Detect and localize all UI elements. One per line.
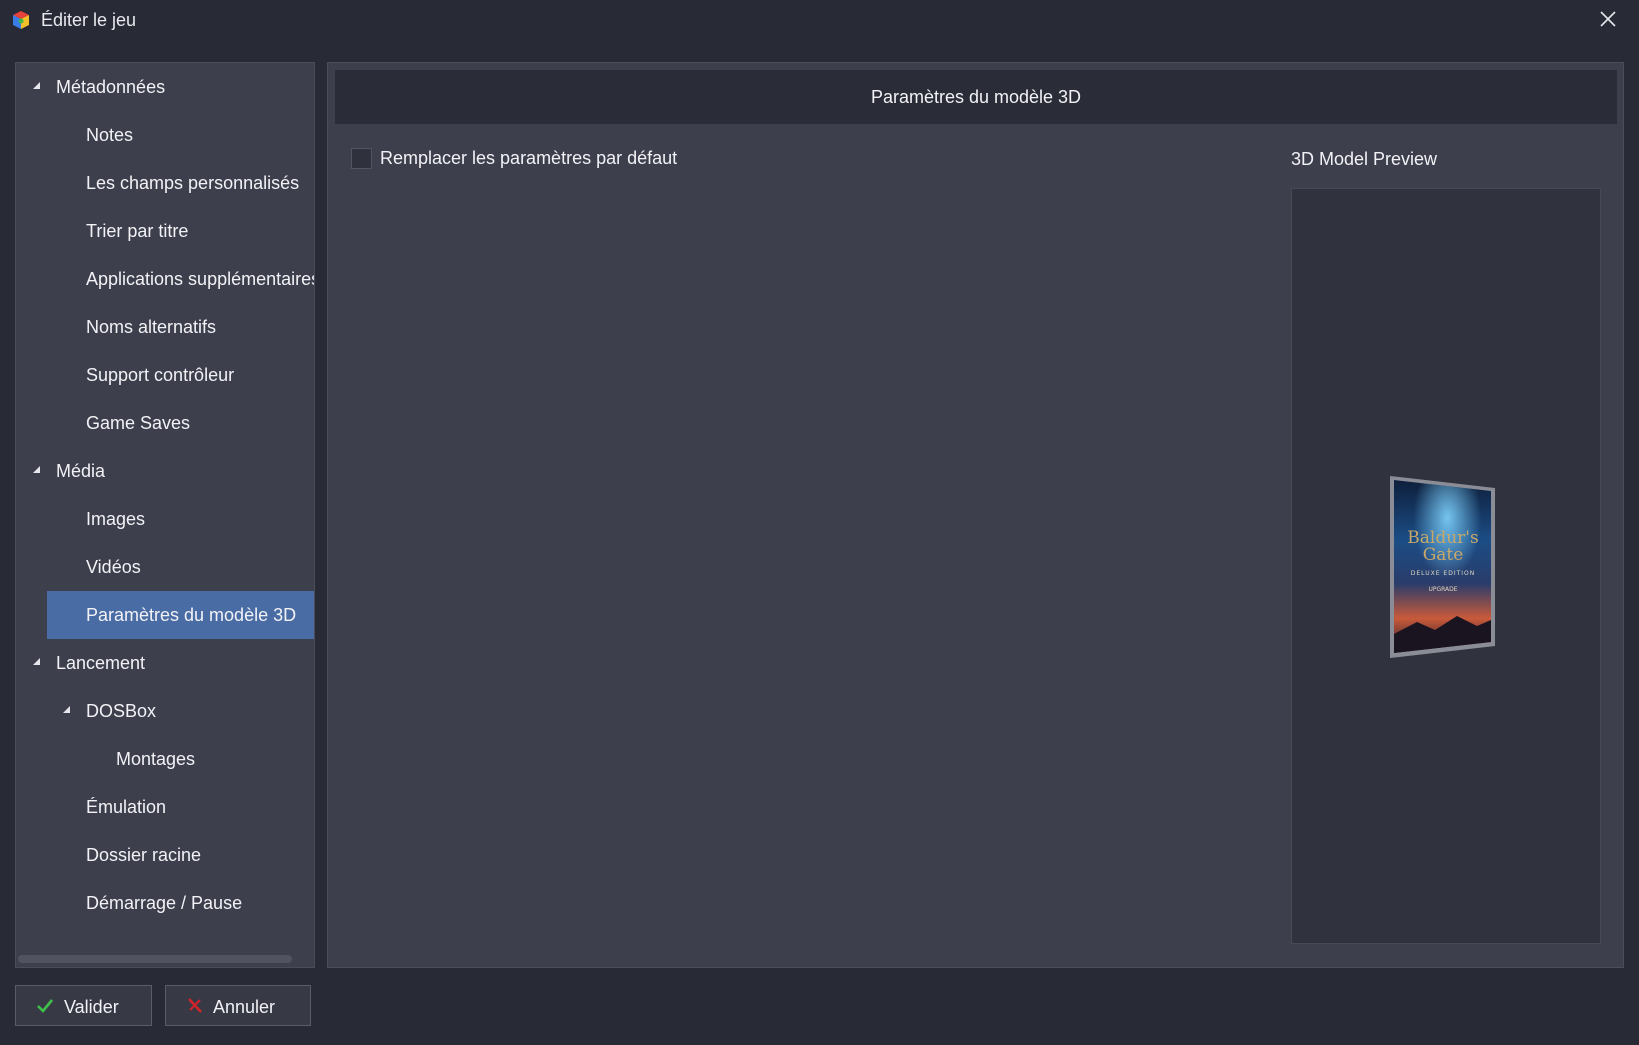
override-defaults-checkbox[interactable]: [351, 147, 372, 169]
cancel-button[interactable]: Annuler: [165, 985, 311, 1026]
tree-item-12[interactable]: Lancement: [16, 639, 314, 687]
box-title-line2: Gate: [1422, 545, 1464, 565]
tree-item-label: DOSBox: [86, 701, 157, 721]
box-subtitle: DELUXE EDITION: [1410, 570, 1476, 577]
tree-item-10[interactable]: Vidéos: [16, 543, 314, 591]
tree-item-label: Support contrôleur: [86, 365, 235, 385]
tree-item-label: Noms alternatifs: [86, 317, 217, 337]
tree-item-3[interactable]: Trier par titre: [16, 207, 314, 255]
tree-item-label: Dossier racine: [86, 845, 202, 865]
horizontal-scrollbar[interactable]: [18, 955, 292, 963]
close-button[interactable]: [1592, 6, 1624, 36]
main-panel: Paramètres du modèle 3D Remplacer les pa…: [327, 62, 1624, 968]
tree-item-1[interactable]: Notes: [16, 111, 314, 159]
tree-item-label: Notes: [86, 125, 134, 145]
tree-item-16[interactable]: Dossier racine: [16, 831, 314, 879]
tree-item-label: Média: [56, 461, 106, 481]
model-preview-viewport[interactable]: Baldur's Gate DELUXE EDITION UPGRADE: [1291, 188, 1601, 944]
tree-item-label: Vidéos: [86, 557, 141, 577]
validate-button[interactable]: Valider: [15, 985, 152, 1026]
tree-item-4[interactable]: Applications supplémentaires: [16, 255, 314, 303]
tree-item-9[interactable]: Images: [16, 495, 314, 543]
tree-item-11[interactable]: Paramètres du modèle 3D: [47, 591, 314, 639]
game-box-art: Baldur's Gate DELUXE EDITION UPGRADE: [1387, 474, 1497, 659]
tree-item-15[interactable]: Émulation: [16, 783, 314, 831]
tree-item-label: Paramètres du modèle 3D: [86, 605, 297, 625]
tree-item-6[interactable]: Support contrôleur: [16, 351, 314, 399]
tree-item-label: Démarrage / Pause: [86, 893, 243, 913]
cancel-label: Annuler: [213, 997, 276, 1017]
title-bar: Éditer le jeu: [0, 0, 1639, 42]
tree-item-label: Montages: [116, 749, 196, 769]
override-defaults-checkbox-row[interactable]: Remplacer les paramètres par défaut: [351, 146, 677, 170]
tree-item-label: Émulation: [86, 797, 167, 817]
tree-item-14[interactable]: Montages: [16, 735, 314, 783]
checkmark-icon: [36, 997, 54, 1015]
tree-item-13[interactable]: DOSBox: [16, 687, 314, 735]
tree-item-label: Métadonnées: [56, 77, 166, 97]
window-title: Éditer le jeu: [41, 10, 137, 30]
override-defaults-label: Remplacer les paramètres par défaut: [380, 147, 678, 168]
cross-icon: [186, 997, 204, 1015]
tree-item-label: Trier par titre: [86, 221, 189, 241]
settings-tree: Métadonnées Notes Les champs personnalisés…: [15, 62, 315, 968]
tree-item-label: Les champs personnalisés: [86, 173, 300, 193]
section-header: Paramètres du modèle 3D: [335, 70, 1617, 124]
tree-item-label: Game Saves: [86, 413, 191, 433]
box-tag: UPGRADE: [1428, 586, 1458, 593]
app-cube-icon: [11, 10, 31, 30]
tree-item-label: Lancement: [56, 653, 146, 673]
tree-item-17[interactable]: Démarrage / Pause: [16, 879, 314, 927]
close-icon: [1599, 10, 1617, 33]
preview-title: 3D Model Preview: [1291, 149, 1438, 169]
tree-item-label: Images: [86, 509, 146, 529]
tree-item-8[interactable]: Média: [16, 447, 314, 495]
tree-item-5[interactable]: Noms alternatifs: [16, 303, 314, 351]
tree-item-label: Applications supplémentaires: [86, 269, 315, 289]
tree-item-0[interactable]: Métadonnées: [16, 63, 314, 111]
tree-item-7[interactable]: Game Saves: [16, 399, 314, 447]
tree-item-2[interactable]: Les champs personnalisés: [16, 159, 314, 207]
validate-label: Valider: [64, 997, 119, 1017]
